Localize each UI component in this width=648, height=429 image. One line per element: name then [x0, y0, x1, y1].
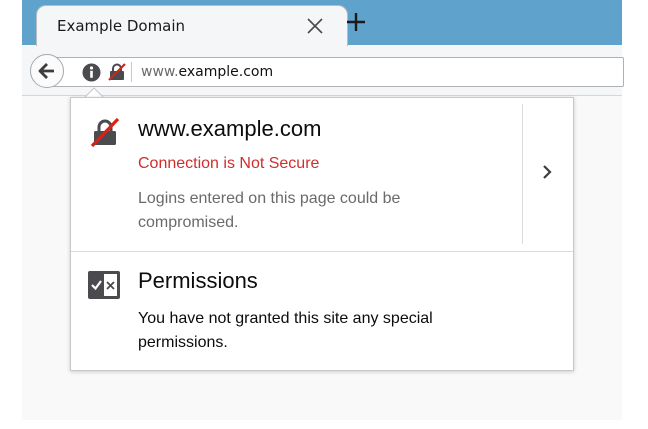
navigation-toolbar: www.example.com [22, 46, 624, 96]
security-details-button[interactable] [523, 98, 573, 251]
permissions-title: Permissions [138, 268, 258, 293]
chevron-right-icon [543, 165, 552, 179]
url-bar[interactable] [52, 57, 624, 87]
url-prefix: www. [141, 64, 179, 80]
site-host: www.example.com [138, 116, 322, 141]
url-separator [131, 62, 132, 82]
url-text[interactable]: www.example.com [141, 64, 273, 80]
permissions-section: Permissions You have not granted this si… [71, 252, 573, 370]
permissions-icon [87, 270, 121, 304]
permissions-description: You have not granted this site any speci… [138, 310, 433, 351]
tab-strip: Example Domain [22, 0, 622, 46]
url-domain: example.com [178, 64, 274, 80]
close-icon[interactable] [305, 16, 325, 36]
connection-status: Connection is Not Secure [138, 155, 320, 172]
info-icon[interactable] [82, 63, 101, 86]
security-section-main: www.example.com Connection is Not Secure… [71, 98, 522, 251]
back-button[interactable] [30, 54, 64, 88]
insecure-lock-icon [90, 117, 120, 151]
back-arrow-icon [38, 63, 54, 79]
tab-title: Example Domain [57, 17, 186, 35]
site-identity-panel: www.example.com Connection is Not Secure… [70, 97, 574, 371]
insecure-lock-icon[interactable] [108, 63, 126, 85]
login-warning: Logins entered on this page could be com… [138, 190, 401, 231]
security-section: www.example.com Connection is Not Secure… [71, 98, 573, 251]
plus-icon[interactable] [344, 10, 368, 34]
tab-example-domain[interactable]: Example Domain [36, 5, 348, 46]
